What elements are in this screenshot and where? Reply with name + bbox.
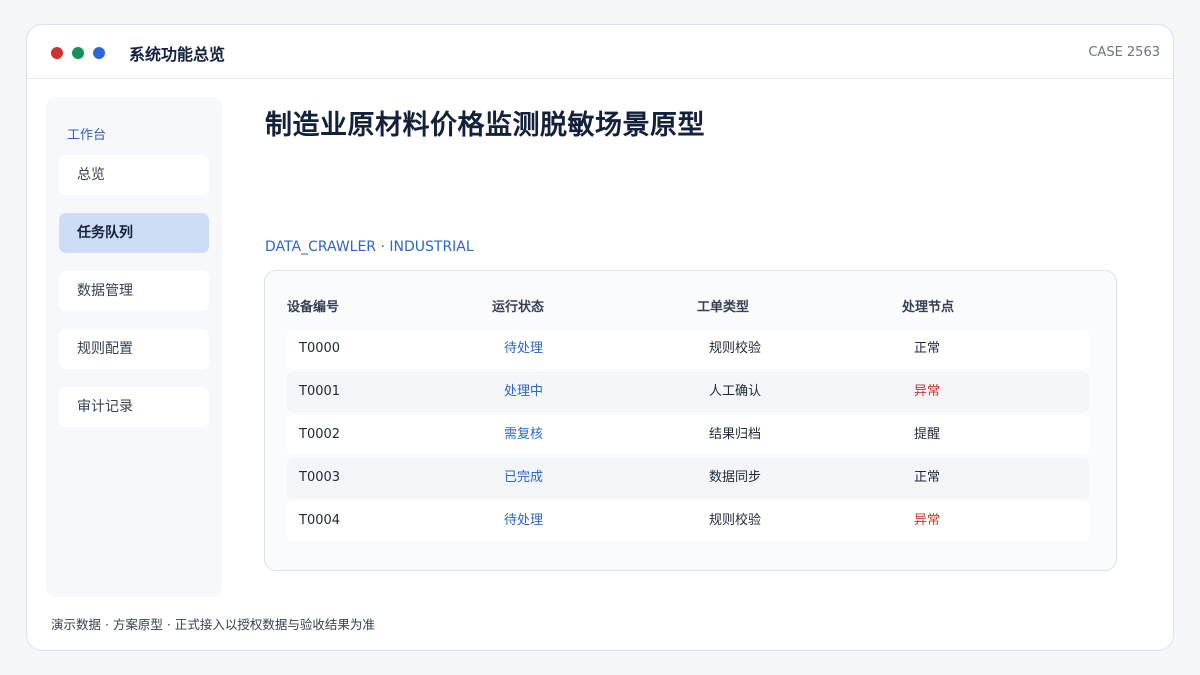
sidebar-item-task-queue[interactable]: 任务队列 xyxy=(59,213,209,253)
status-cell: 处理中 xyxy=(504,384,544,399)
status-cell: 待处理 xyxy=(504,341,544,356)
app-title: 系统功能总览 xyxy=(129,45,226,64)
status-cell: 待处理 xyxy=(504,513,544,528)
ticket-type-cell: 人工确认 xyxy=(709,384,762,399)
footer-note: 演示数据 · 方案原型 · 正式接入以授权数据与验收结果为准 xyxy=(51,617,375,632)
column-header-status: 运行状态 xyxy=(492,300,545,315)
status-cell: 已完成 xyxy=(504,470,544,485)
status-cell: 需复核 xyxy=(504,427,544,442)
maximize-window-dot[interactable] xyxy=(93,47,105,59)
table-row[interactable]: T0003 已完成 数据同步 正常 xyxy=(287,458,1089,498)
sidebar: 工作台 总览 任务队列 数据管理 规则配置 审计记录 xyxy=(46,97,222,597)
table-row[interactable]: T0004 待处理 规则校验 异常 xyxy=(287,501,1089,541)
title-bar: 系统功能总览 CASE 2563 xyxy=(27,25,1173,79)
column-header-ticket-type: 工单类型 xyxy=(697,300,750,315)
ticket-type-cell: 规则校验 xyxy=(709,513,762,528)
device-id-cell: T0001 xyxy=(299,384,341,399)
page-title: 制造业原材料价格监测脱敏场景原型 xyxy=(265,110,705,141)
close-window-dot[interactable] xyxy=(51,47,63,59)
case-id: CASE 2563 xyxy=(1088,45,1160,60)
app-window: 系统功能总览 CASE 2563 工作台 总览 任务队列 数据管理 规则配置 审… xyxy=(26,24,1174,651)
node-cell: 正常 xyxy=(914,470,941,485)
column-header-node: 处理节点 xyxy=(902,300,955,315)
sidebar-item-data-management[interactable]: 数据管理 xyxy=(59,271,209,311)
device-id-cell: T0003 xyxy=(299,470,341,485)
node-cell: 正常 xyxy=(914,341,941,356)
window-controls xyxy=(51,47,105,59)
node-cell: 异常 xyxy=(914,384,941,399)
node-cell: 提醒 xyxy=(914,427,941,442)
page-subtitle: DATA_CRAWLER · INDUSTRIAL xyxy=(265,239,474,255)
minimize-window-dot[interactable] xyxy=(72,47,84,59)
device-id-cell: T0000 xyxy=(299,341,341,356)
column-header-device-id: 设备编号 xyxy=(287,300,340,315)
device-id-cell: T0004 xyxy=(299,513,341,528)
ticket-type-cell: 数据同步 xyxy=(709,470,762,485)
table-row[interactable]: T0000 待处理 规则校验 正常 xyxy=(287,329,1089,369)
ticket-type-cell: 规则校验 xyxy=(709,341,762,356)
sidebar-item-overview[interactable]: 总览 xyxy=(59,155,209,195)
device-id-cell: T0002 xyxy=(299,427,341,442)
table-row[interactable]: T0002 需复核 结果归档 提醒 xyxy=(287,415,1089,455)
node-cell: 异常 xyxy=(914,513,941,528)
ticket-type-cell: 结果归档 xyxy=(709,427,762,442)
sidebar-heading: 工作台 xyxy=(67,128,107,143)
sidebar-item-rule-config[interactable]: 规则配置 xyxy=(59,329,209,369)
sidebar-item-audit-log[interactable]: 审计记录 xyxy=(59,387,209,427)
task-table: 设备编号 运行状态 工单类型 处理节点 T0000 待处理 规则校验 正常 T0… xyxy=(264,270,1117,571)
table-row[interactable]: T0001 处理中 人工确认 异常 xyxy=(287,372,1089,412)
